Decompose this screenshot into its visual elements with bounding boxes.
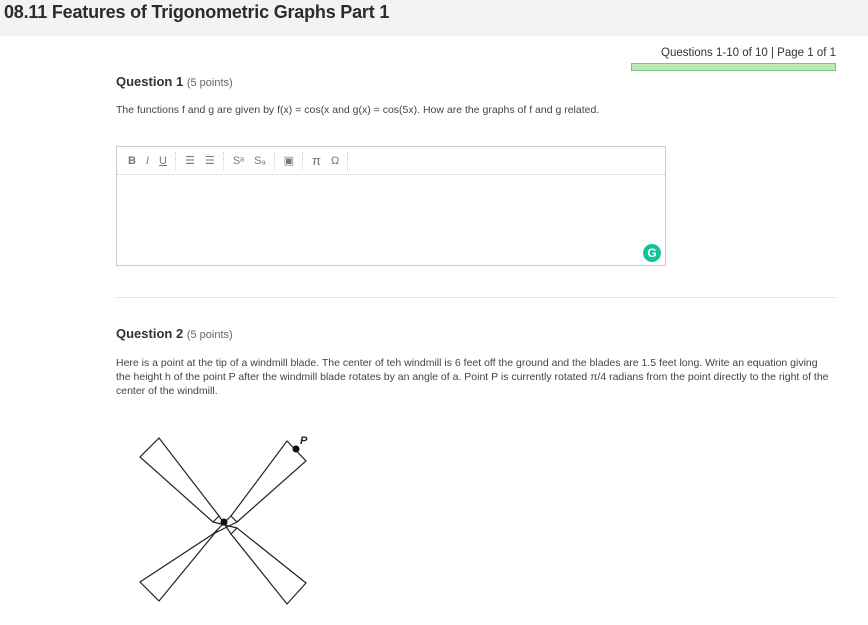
numbered-list-icon[interactable]: ☰ <box>200 152 220 170</box>
question-2-title: Question 2 (5 points) <box>116 326 233 341</box>
point-p <box>292 445 300 453</box>
grammarly-icon[interactable]: G <box>643 244 661 262</box>
toolbar-separator <box>273 151 276 170</box>
progress-label: Questions 1-10 of 10 | Page 1 of 1 <box>661 47 836 59</box>
toolbar-separator <box>302 151 304 170</box>
windmill-blade <box>139 527 220 602</box>
superscript-icon[interactable]: Sᵃ <box>228 152 249 170</box>
windmill-blade <box>230 527 307 605</box>
question-1-title: Question 1 (5 points) <box>116 74 233 89</box>
page-header: 08.11 Features of Trigonometric Graphs P… <box>0 0 868 36</box>
underline-icon[interactable]: U <box>154 152 172 170</box>
windmill-blade <box>139 437 220 523</box>
question-divider <box>116 297 836 298</box>
editor-content[interactable] <box>117 175 665 261</box>
page-title: 08.11 Features of Trigonometric Graphs P… <box>4 2 390 22</box>
point-p-label: P <box>300 435 308 447</box>
answer-editor[interactable]: B I U ☰ ☰ Sᵃ Sₐ ▣ π Ω G <box>116 146 666 266</box>
bold-icon[interactable]: B <box>123 152 141 170</box>
progress-fill <box>632 64 835 70</box>
bullet-list-icon[interactable]: ☰ <box>180 152 200 170</box>
question-1-text: The functions f and g are given by f(x) … <box>116 104 600 116</box>
toolbar-separator <box>222 151 225 170</box>
question-1-label: Question 1 <box>116 74 184 89</box>
question-1-points: (5 points) <box>186 77 233 89</box>
windmill-center-point <box>220 518 228 526</box>
omega-icon[interactable]: Ω <box>326 152 344 170</box>
toolbar-separator <box>174 151 177 170</box>
image-icon[interactable]: ▣ <box>279 152 299 170</box>
question-2-points: (5 points) <box>186 329 233 341</box>
progress-bar <box>631 63 836 71</box>
question-2-label: Question 2 <box>116 326 184 341</box>
windmill-blade <box>230 440 307 523</box>
question-2-text: Here is a point at the tip of a windmill… <box>116 357 829 397</box>
windmill-figure: P <box>139 435 308 605</box>
pi-icon[interactable]: π <box>307 152 326 170</box>
toolbar-separator <box>347 151 349 170</box>
italic-icon[interactable]: I <box>141 152 154 170</box>
editor-toolbar: B I U ☰ ☰ Sᵃ Sₐ ▣ π Ω <box>117 147 665 175</box>
subscript-icon[interactable]: Sₐ <box>249 152 270 170</box>
